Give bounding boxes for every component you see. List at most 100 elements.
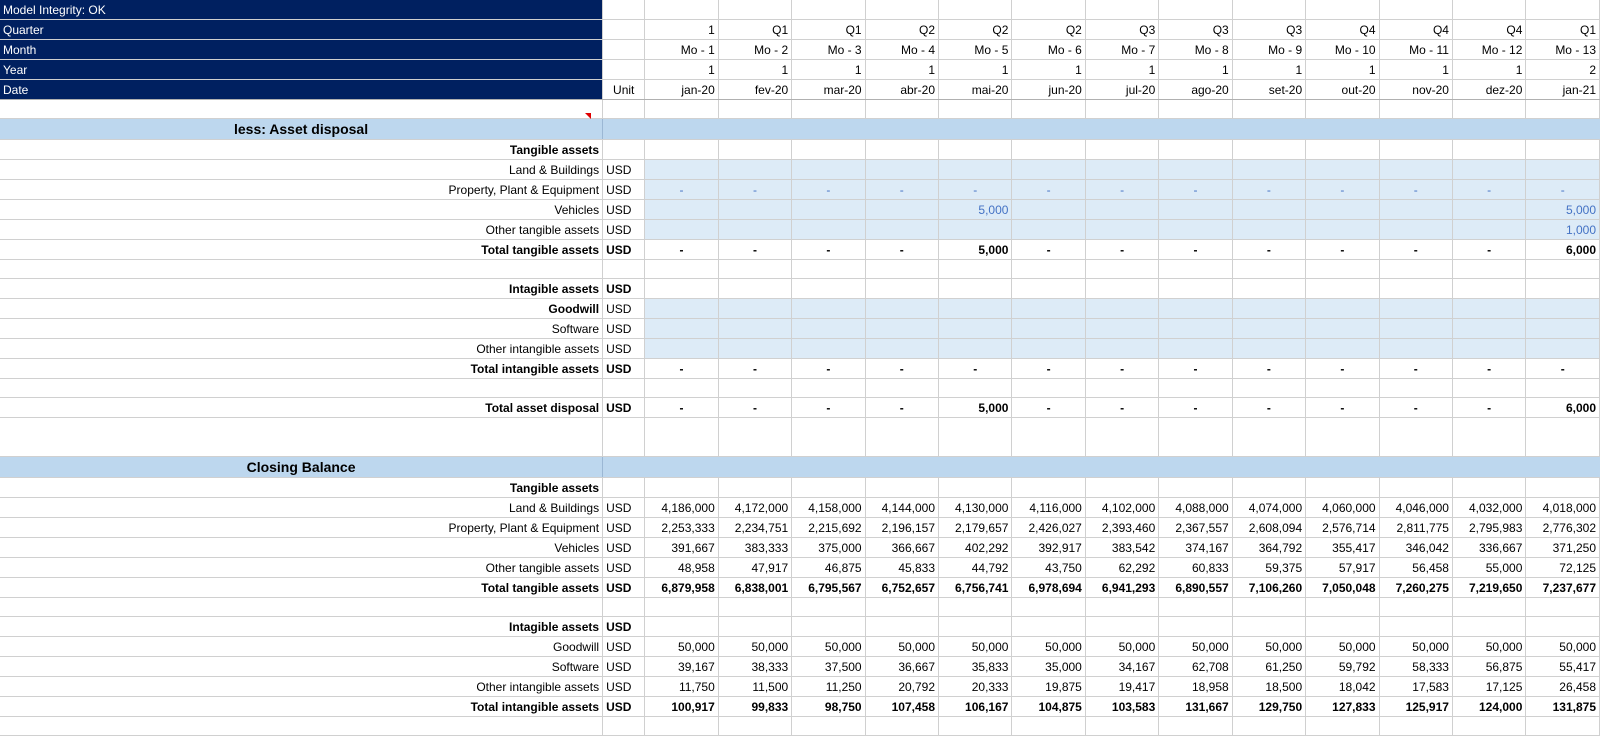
cell[interactable]: [1158, 100, 1233, 119]
value-cell[interactable]: [1452, 159, 1527, 180]
value-cell[interactable]: [1305, 616, 1380, 637]
cell[interactable]: [1011, 100, 1086, 119]
value-cell[interactable]: 4,116,000: [1011, 497, 1086, 518]
value-cell[interactable]: -: [1085, 397, 1160, 418]
value-cell[interactable]: [1085, 477, 1160, 498]
value-cell[interactable]: [1011, 616, 1086, 637]
cell[interactable]: [1085, 378, 1160, 398]
value-cell[interactable]: [1379, 139, 1453, 160]
value-cell[interactable]: -: [1011, 179, 1086, 200]
value-cell[interactable]: 20,333: [938, 676, 1013, 697]
value-cell[interactable]: -: [1085, 239, 1160, 260]
cell[interactable]: [1452, 417, 1527, 457]
value-cell[interactable]: -: [1305, 397, 1380, 418]
value-cell[interactable]: 6,941,293: [1085, 577, 1160, 598]
cell[interactable]: [602, 100, 646, 119]
cell[interactable]: [1525, 597, 1600, 617]
value-cell[interactable]: 1,000: [1525, 219, 1600, 240]
value-cell[interactable]: [1379, 318, 1453, 339]
value-cell[interactable]: 366,667: [865, 537, 940, 558]
value-cell[interactable]: [1305, 477, 1380, 498]
value-cell[interactable]: -: [1158, 179, 1233, 200]
value-cell[interactable]: [644, 318, 719, 339]
value-cell[interactable]: [791, 139, 866, 160]
value-cell[interactable]: 4,018,000: [1525, 497, 1600, 518]
value-cell[interactable]: -: [865, 358, 940, 379]
value-cell[interactable]: -: [1085, 179, 1160, 200]
cell[interactable]: [718, 417, 793, 457]
value-cell[interactable]: [644, 298, 719, 319]
value-cell[interactable]: 18,500: [1232, 676, 1307, 697]
value-cell[interactable]: -: [1085, 358, 1160, 379]
value-cell[interactable]: -: [791, 239, 866, 260]
value-cell[interactable]: [1305, 318, 1380, 339]
value-cell[interactable]: 17,125: [1452, 676, 1527, 697]
value-cell[interactable]: [1158, 278, 1233, 299]
value-cell[interactable]: [1085, 139, 1160, 160]
value-cell[interactable]: [1452, 139, 1527, 160]
value-cell[interactable]: [1232, 278, 1307, 299]
cell[interactable]: [1525, 100, 1600, 119]
value-cell[interactable]: [938, 338, 1013, 359]
value-cell[interactable]: 50,000: [865, 636, 940, 657]
cell[interactable]: [1158, 716, 1233, 736]
value-cell[interactable]: [1085, 616, 1160, 637]
cell[interactable]: [1452, 597, 1527, 617]
value-cell[interactable]: 106,167: [938, 696, 1013, 717]
value-cell[interactable]: 6,879,958: [644, 577, 719, 598]
value-cell[interactable]: 4,032,000: [1452, 497, 1527, 518]
value-cell[interactable]: 375,000: [791, 537, 866, 558]
cell[interactable]: [865, 378, 940, 398]
value-cell[interactable]: [1011, 278, 1086, 299]
value-cell[interactable]: 4,158,000: [791, 497, 866, 518]
value-cell[interactable]: [1158, 318, 1233, 339]
value-cell[interactable]: 5,000: [938, 199, 1013, 220]
cell[interactable]: [718, 716, 793, 736]
value-cell[interactable]: 38,333: [718, 656, 793, 677]
value-cell[interactable]: 56,875: [1452, 656, 1527, 677]
value-cell[interactable]: 50,000: [1379, 636, 1453, 657]
value-cell[interactable]: [1525, 338, 1600, 359]
value-cell[interactable]: [865, 338, 940, 359]
value-cell[interactable]: [1379, 199, 1453, 220]
cell[interactable]: [644, 716, 719, 736]
value-cell[interactable]: [938, 318, 1013, 339]
value-cell[interactable]: 2,253,333: [644, 517, 719, 538]
cell[interactable]: [1379, 259, 1453, 279]
value-cell[interactable]: [1525, 298, 1600, 319]
value-cell[interactable]: [938, 139, 1013, 160]
cell[interactable]: [865, 716, 940, 736]
value-cell[interactable]: 7,219,650: [1452, 577, 1527, 598]
value-cell[interactable]: 50,000: [1452, 636, 1527, 657]
value-cell[interactable]: [1305, 278, 1380, 299]
cell[interactable]: [1011, 378, 1086, 398]
cell[interactable]: [1379, 378, 1453, 398]
value-cell[interactable]: 402,292: [938, 537, 1013, 558]
value-cell[interactable]: [718, 199, 793, 220]
value-cell[interactable]: [718, 318, 793, 339]
cell[interactable]: [1011, 597, 1086, 617]
value-cell[interactable]: -: [1379, 179, 1453, 200]
value-cell[interactable]: [644, 616, 719, 637]
cell[interactable]: [1525, 378, 1600, 398]
value-cell[interactable]: [1452, 318, 1527, 339]
value-cell[interactable]: 2,196,157: [865, 517, 940, 538]
value-cell[interactable]: -: [1452, 358, 1527, 379]
value-cell[interactable]: [865, 318, 940, 339]
value-cell[interactable]: 2,215,692: [791, 517, 866, 538]
cell[interactable]: [865, 259, 940, 279]
value-cell[interactable]: [1232, 159, 1307, 180]
value-cell[interactable]: 44,792: [938, 557, 1013, 578]
value-cell[interactable]: [865, 199, 940, 220]
value-cell[interactable]: [1305, 298, 1380, 319]
cell[interactable]: [1305, 417, 1380, 457]
value-cell[interactable]: 35,000: [1011, 656, 1086, 677]
value-cell[interactable]: [865, 278, 940, 299]
value-cell[interactable]: [718, 616, 793, 637]
value-cell[interactable]: [1011, 318, 1086, 339]
cell[interactable]: [1305, 100, 1380, 119]
value-cell[interactable]: [791, 318, 866, 339]
cell[interactable]: [791, 100, 866, 119]
value-cell[interactable]: 4,130,000: [938, 497, 1013, 518]
cell[interactable]: [938, 417, 1013, 457]
